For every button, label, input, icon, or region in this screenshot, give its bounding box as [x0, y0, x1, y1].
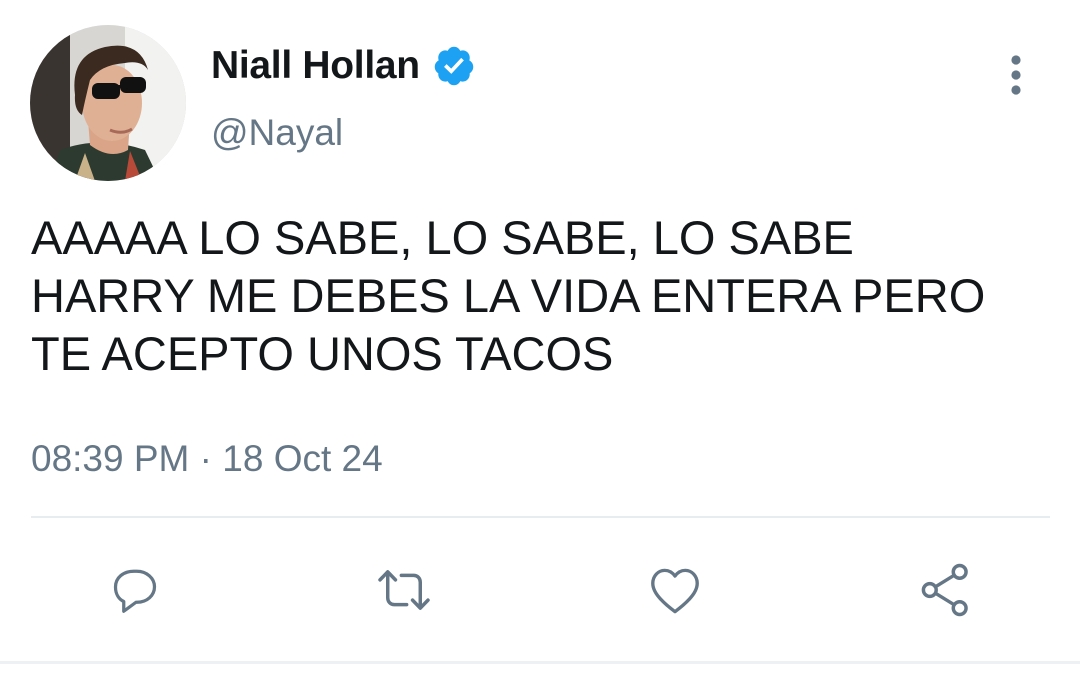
- bottom-divider: [0, 661, 1080, 664]
- like-button[interactable]: [643, 558, 707, 622]
- share-icon: [921, 563, 968, 617]
- tweet-time: 08:39 PM: [31, 438, 190, 479]
- share-button[interactable]: [913, 558, 977, 622]
- reply-icon: [113, 569, 157, 613]
- avatar-photo: [30, 25, 186, 181]
- retweet-icon: [378, 570, 430, 610]
- tweet-text-line: TE ACEPTO UNOS TACOS: [31, 327, 614, 380]
- tweet-text-line: AAAAA LO SABE, LO SABE, LO SABE: [31, 211, 854, 264]
- more-vertical-icon: [1011, 55, 1021, 95]
- author-display-name[interactable]: Niall Hollan: [211, 42, 420, 90]
- tweet-text-line: HARRY ME DEBES LA VIDA ENTERA PERO: [31, 269, 986, 322]
- meta-separator: ·: [199, 438, 212, 479]
- more-options-button[interactable]: [996, 52, 1036, 98]
- divider: [31, 516, 1050, 518]
- verified-badge-icon: [432, 44, 476, 88]
- tweet-date: 18 Oct 24: [222, 438, 383, 479]
- reply-button[interactable]: [103, 558, 167, 622]
- avatar[interactable]: [30, 25, 186, 181]
- tweet-text: AAAAA LO SABE, LO SABE, LO SABE HARRY ME…: [31, 209, 1061, 383]
- author-handle[interactable]: @Nayal: [211, 110, 343, 156]
- tweet-timestamp[interactable]: 08:39 PM · 18 Oct 24: [31, 436, 383, 482]
- retweet-button[interactable]: [372, 558, 436, 622]
- tweet-card: Niall Hollan @Nayal AAAAA LO SABE, LO SA…: [0, 0, 1080, 681]
- heart-icon: [651, 568, 699, 614]
